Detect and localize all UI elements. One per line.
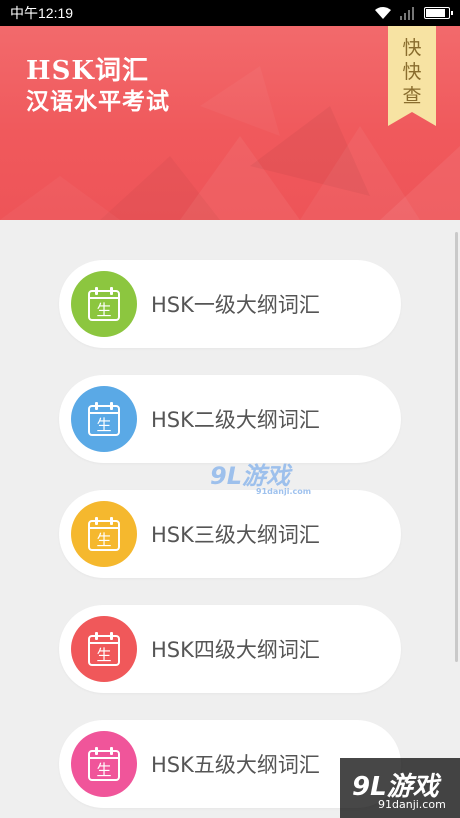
ribbon-char: 查 (402, 85, 422, 107)
level-label: HSK五级大纲词汇 (151, 753, 320, 777)
scrollbar[interactable] (455, 232, 458, 662)
svg-text:生: 生 (96, 531, 111, 549)
status-time: 中午12:19 (10, 5, 74, 21)
hsk-level-1-item[interactable]: 生 HSK一级大纲词汇 (59, 260, 401, 348)
status-bar: 中午12:19 (0, 0, 460, 26)
calendar-icon: 生 (71, 271, 137, 337)
svg-text:生: 生 (96, 761, 111, 779)
svg-text:生: 生 (96, 301, 111, 319)
app-header: HSK词汇 汉语水平考试 快快查 (0, 26, 460, 220)
calendar-icon: 生 (71, 386, 137, 452)
hsk-level-4-item[interactable]: 生 HSK四级大纲词汇 (59, 605, 401, 693)
hsk-level-2-item[interactable]: 生 HSK二级大纲词汇 (59, 375, 401, 463)
calendar-icon: 生 (71, 501, 137, 567)
calendar-icon: 生 (71, 731, 137, 797)
battery-icon (424, 7, 453, 19)
level-label: HSK二级大纲词汇 (151, 408, 320, 432)
status-icons (374, 6, 453, 20)
level-label: HSK一级大纲词汇 (151, 293, 320, 317)
level-label: HSK三级大纲词汇 (151, 523, 320, 547)
app-subtitle: 汉语水平考试 (26, 88, 170, 115)
hsk-level-3-item[interactable]: 生 HSK三级大纲词汇 (59, 490, 401, 578)
ribbon-char: 快 (402, 61, 422, 83)
level-label: HSK四级大纲词汇 (151, 638, 320, 662)
watermark-corner: 9L游戏 91danji.com (340, 758, 460, 818)
ribbon-label: 快快查 (388, 36, 436, 108)
quick-search-ribbon[interactable]: 快快查 (388, 26, 436, 126)
calendar-icon: 生 (71, 616, 137, 682)
svg-text:生: 生 (96, 646, 111, 664)
watermark-logo: 9L游戏 91danji.com (210, 462, 312, 496)
signal-icon (400, 7, 414, 20)
ribbon-char: 快 (402, 37, 422, 59)
svg-text:生: 生 (96, 416, 111, 434)
wifi-icon (375, 7, 391, 19)
